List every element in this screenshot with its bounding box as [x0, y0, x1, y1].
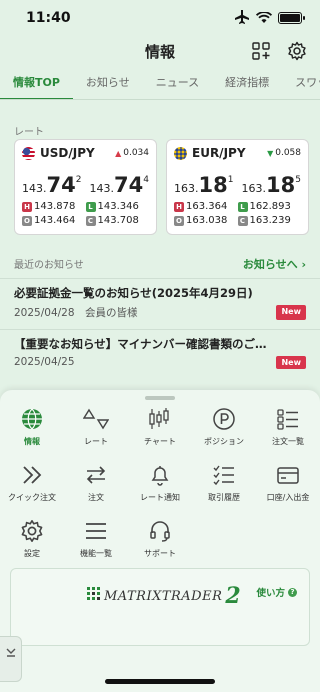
candlestick-icon — [147, 406, 173, 432]
open-value: O 143.464 — [22, 215, 86, 226]
ask-price: 143. 74 4 — [89, 173, 149, 197]
menu-grid: 情報 レート チャート ポジション 注文一覧 クイック注文 注文 レート通知 取… — [0, 406, 320, 562]
globe-icon — [19, 406, 45, 432]
rate-card-eurjpy[interactable]: EUR/JPY ▼ 0.058 163. 18 1 163. 18 5 H 163.364 … — [166, 139, 309, 235]
high-value: H 163.364 — [174, 201, 238, 212]
battery-icon — [278, 12, 305, 24]
question-icon: ? — [288, 587, 297, 597]
change-value: 0.034 — [123, 148, 149, 158]
help-link[interactable]: 使い方? — [256, 585, 297, 599]
quick-order-icon — [19, 462, 45, 488]
wifi-icon — [255, 9, 273, 28]
low-value: L 162.893 — [237, 201, 302, 212]
status-time: 11:40 — [26, 10, 71, 26]
rates-label: レート — [14, 127, 44, 138]
page-title: 情報 — [144, 42, 175, 61]
status-icons — [234, 9, 305, 28]
close-value: C 163.239 — [237, 215, 302, 226]
new-badge: New — [276, 356, 306, 369]
airplane-icon — [234, 9, 250, 28]
up-arrow-icon: ▲ — [115, 148, 122, 158]
news-header: 最近のお知らせ お知らせへ › — [0, 256, 320, 272]
bid-price: 143. 74 2 — [22, 173, 82, 197]
menu-item-history[interactable]: 取引履歴 — [192, 462, 256, 506]
menu-item-order[interactable]: 注文 — [64, 462, 128, 506]
news-item[interactable]: 【重要なお知らせ】マイナンバー確認書類のご… 2025/04/25 New — [0, 329, 320, 375]
header: 情報 — [0, 36, 320, 66]
matrixtrader-logo: MATRIXTRADER 2 — [87, 583, 241, 609]
news-label: 最近のお知らせ — [14, 260, 84, 271]
history-icon — [211, 462, 237, 488]
news-item[interactable]: 必要証拠金一覧のお知らせ(2025年4月29日) 2025/04/28 会員の皆… — [0, 278, 320, 326]
sheet-grabber[interactable] — [145, 396, 175, 400]
close-value: C 143.708 — [85, 215, 150, 226]
notices-link[interactable]: お知らせへ › — [243, 256, 306, 272]
position-icon — [211, 406, 237, 432]
change-value: 0.058 — [275, 148, 301, 158]
menu-item-chart[interactable]: チャート — [128, 406, 192, 450]
home-indicator — [105, 679, 215, 684]
pair-name: EUR/JPY — [192, 146, 246, 160]
tab-swap[interactable]: スワップ — [282, 68, 320, 99]
menu-item-account[interactable]: 口座/入出金 — [256, 462, 320, 506]
down-arrow-icon: ▼ — [267, 148, 274, 158]
menu-item-quick-order[interactable]: クイック注文 — [0, 462, 64, 506]
chevron-right-icon: › — [301, 258, 306, 271]
collapse-toggle[interactable] — [0, 636, 22, 682]
eu-flag-icon — [174, 146, 187, 160]
headset-icon — [147, 518, 173, 544]
add-widget-icon[interactable] — [250, 40, 272, 62]
menu-item-settings[interactable]: 設定 — [0, 518, 64, 562]
ask-price: 163. 18 5 — [241, 173, 301, 197]
grid-logo-icon — [87, 587, 101, 605]
wallet-icon — [275, 462, 301, 488]
gear-icon[interactable] — [286, 40, 308, 62]
news-title: 必要証拠金一覧のお知らせ(2025年4月29日) — [14, 286, 253, 300]
news-audience: 会員の皆様 — [85, 307, 138, 319]
menu-item-rate-alert[interactable]: レート通知 — [128, 462, 192, 506]
bid-price: 163. 18 1 — [174, 173, 234, 197]
new-badge: New — [276, 305, 306, 320]
tab-bar: 情報TOP お知らせ ニュース 経済指標 スワップ — [0, 68, 320, 100]
news-date: 2025/04/28 — [14, 307, 75, 319]
tab-notices[interactable]: お知らせ — [73, 68, 143, 99]
matrixtrader-banner[interactable]: MATRIXTRADER 2 使い方? — [10, 568, 310, 646]
gear-icon — [19, 518, 45, 544]
order-icon — [83, 462, 109, 488]
tab-info-top[interactable]: 情報TOP — [0, 68, 73, 99]
tab-news[interactable]: ニュース — [143, 68, 212, 99]
menu-sheet: 情報 レート チャート ポジション 注文一覧 クイック注文 注文 レート通知 取… — [0, 390, 320, 692]
chevron-down-icon — [5, 643, 17, 662]
menu-item-rate[interactable]: レート — [64, 406, 128, 450]
bell-icon — [147, 462, 173, 488]
pair-name: USD/JPY — [40, 146, 95, 160]
open-value: O 163.038 — [174, 215, 238, 226]
us-flag-icon — [22, 146, 35, 160]
status-bar: 11:40 — [0, 0, 320, 36]
menu-item-order-list[interactable]: 注文一覧 — [256, 406, 320, 450]
news-date: 2025/04/25 — [14, 356, 75, 368]
rate-card-usdjpy[interactable]: USD/JPY ▲ 0.034 143. 74 2 143. 74 4 H 143.878 … — [14, 139, 157, 235]
high-value: H 143.878 — [22, 201, 86, 212]
tab-economic-indicators[interactable]: 経済指標 — [212, 68, 282, 99]
menu-item-position[interactable]: ポジション — [192, 406, 256, 450]
low-value: L 143.346 — [85, 201, 150, 212]
order-list-icon — [275, 406, 301, 432]
menu-item-info[interactable]: 情報 — [0, 406, 64, 450]
menu-item-features[interactable]: 機能一覧 — [64, 518, 128, 562]
menu-item-support[interactable]: サポート — [128, 518, 192, 562]
news-title: 【重要なお知らせ】マイナンバー確認書類のご… — [14, 337, 267, 351]
rate-icon — [83, 406, 109, 432]
menu-icon — [83, 518, 109, 544]
